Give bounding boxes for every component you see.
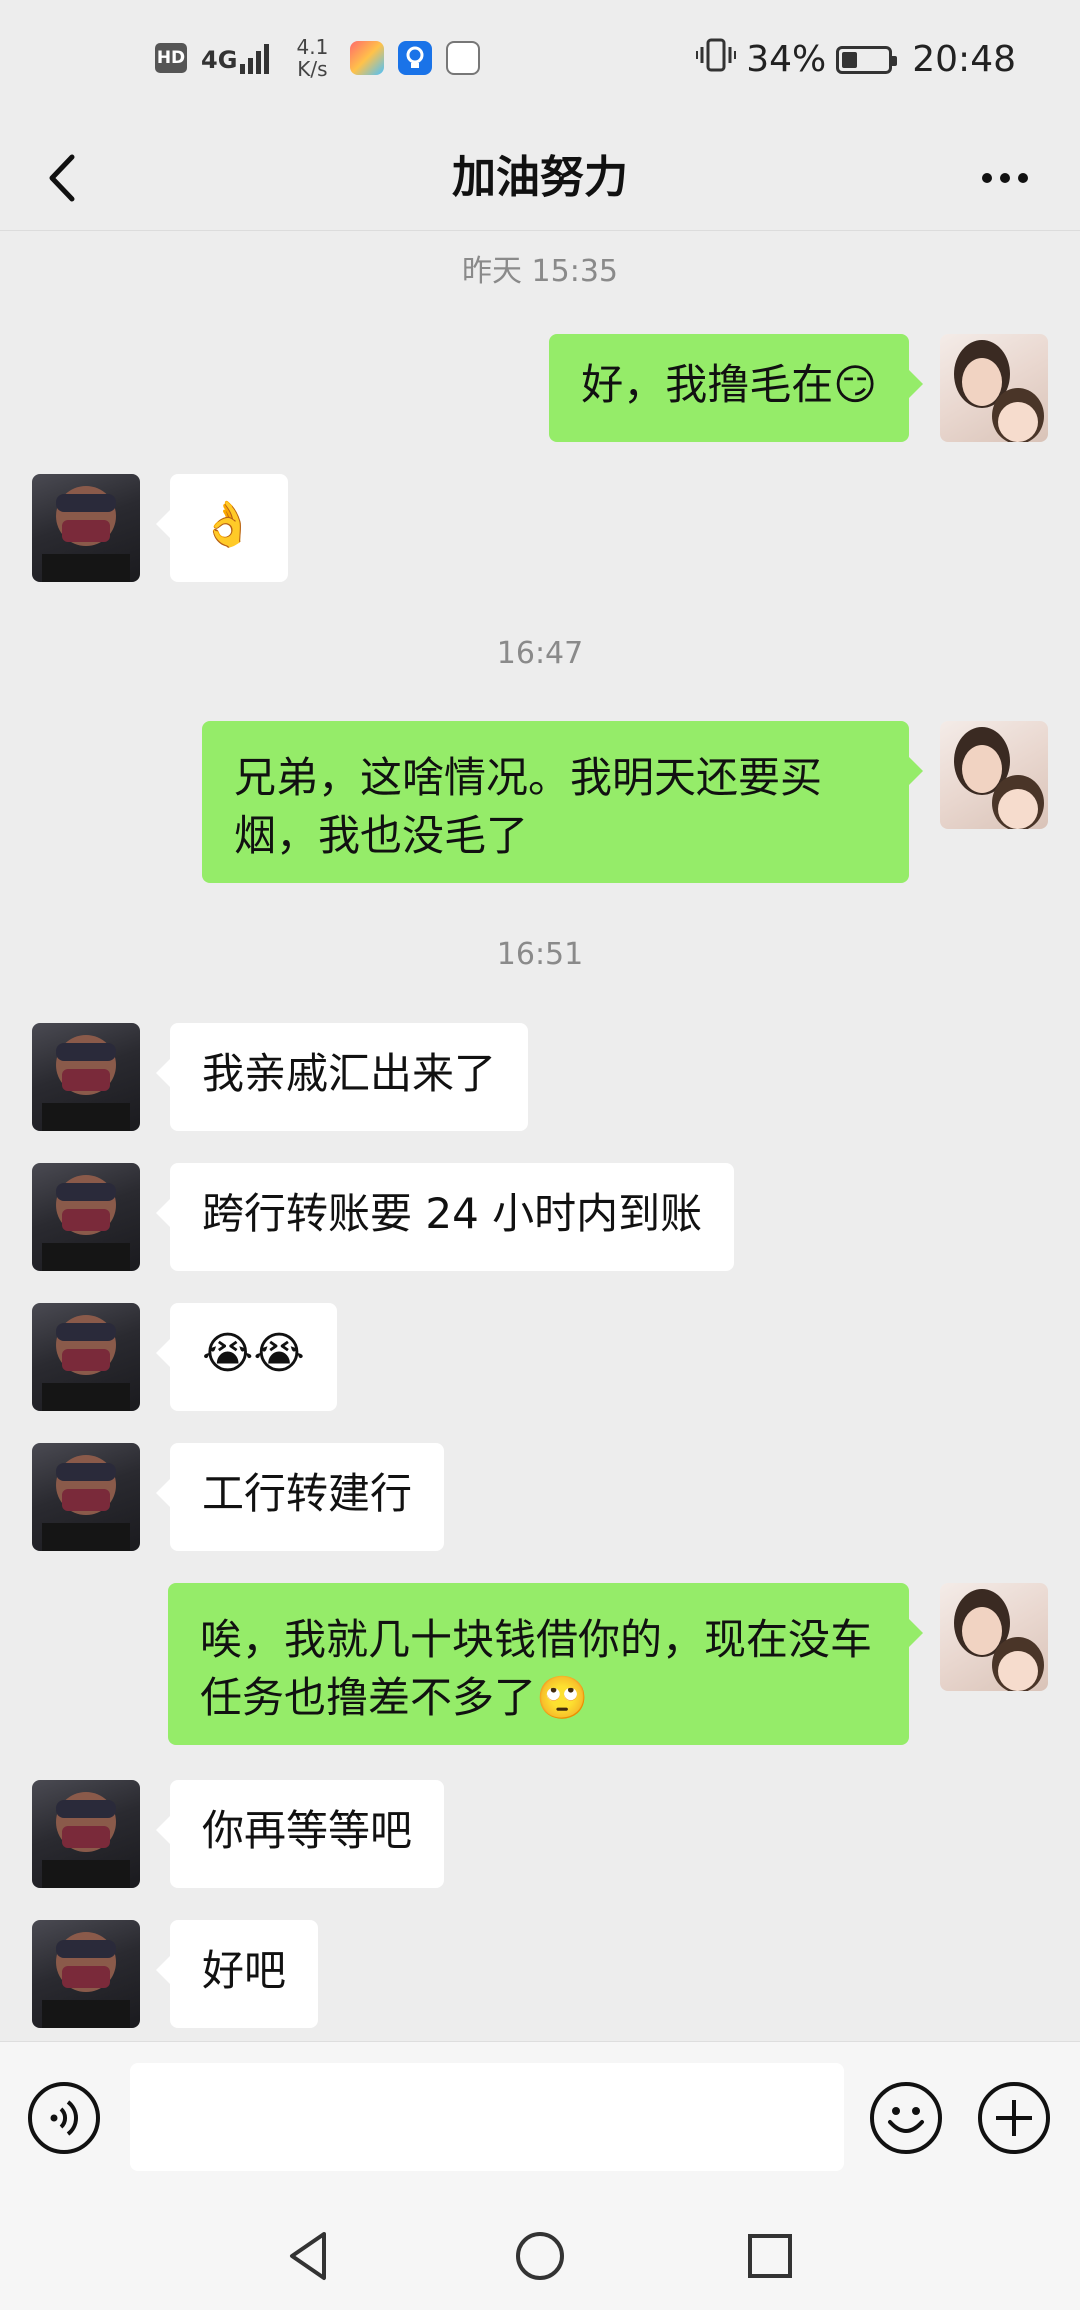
network-speed: 4.1 K/s bbox=[296, 35, 329, 81]
self-avatar[interactable] bbox=[940, 721, 1048, 829]
nav-recents-button[interactable] bbox=[740, 2226, 800, 2286]
friend-avatar[interactable] bbox=[32, 1920, 140, 2028]
clock: 20:48 bbox=[912, 39, 1016, 80]
battery-percent: 34% bbox=[746, 39, 827, 80]
self-avatar[interactable] bbox=[940, 1583, 1048, 1691]
outgoing-message[interactable]: 唉，我就几十块钱借你的，现在没车任务也撸差不多了🙄 bbox=[168, 1583, 923, 1745]
nav-home-button[interactable] bbox=[510, 2226, 570, 2286]
friend-avatar[interactable] bbox=[32, 1303, 140, 1411]
more-horizontal-icon bbox=[982, 173, 1028, 183]
incoming-message[interactable]: 好吧 bbox=[155, 1920, 319, 2028]
friend-avatar[interactable] bbox=[32, 474, 140, 582]
outgoing-message[interactable]: 好，我撸毛在😏 bbox=[549, 334, 923, 442]
incoming-message[interactable]: 你再等等吧 bbox=[155, 1780, 445, 1888]
nav-home-icon bbox=[516, 2232, 564, 2280]
nav-recents-icon bbox=[748, 2234, 792, 2278]
nav-back-icon bbox=[290, 2232, 326, 2280]
status-right: 34% 20:48 bbox=[696, 38, 1016, 81]
bulb-notification-icon bbox=[398, 41, 433, 75]
timestamp: 昨天 15:35 bbox=[462, 254, 618, 289]
incoming-message[interactable]: 跨行转账要 24 小时内到账 bbox=[155, 1163, 735, 1271]
signal-icon: 4G bbox=[201, 42, 274, 74]
status-bar: HD 4G 4.1 K/s 34% 20:48 bbox=[0, 0, 1080, 125]
incoming-message[interactable]: 我亲戚汇出来了 bbox=[155, 1023, 529, 1131]
incoming-message[interactable]: 👌 bbox=[156, 474, 288, 582]
message-input[interactable] bbox=[130, 2063, 844, 2171]
vibrate-icon bbox=[696, 38, 737, 81]
incoming-message[interactable]: 😭😭 bbox=[156, 1303, 337, 1411]
voice-icon bbox=[50, 2100, 78, 2136]
more-button[interactable] bbox=[970, 143, 1040, 213]
chat-header: 加油努力 bbox=[0, 125, 1080, 230]
system-nav-bar bbox=[0, 2200, 1080, 2310]
incoming-message[interactable]: 工行转建行 bbox=[155, 1443, 445, 1551]
battery-level bbox=[842, 51, 858, 68]
self-avatar[interactable] bbox=[940, 334, 1048, 442]
calendar-notification-icon bbox=[446, 41, 481, 75]
friend-avatar[interactable] bbox=[32, 1780, 140, 1888]
outgoing-message[interactable]: 兄弟，这啥情况。我明天还要买烟，我也没毛了 bbox=[202, 721, 923, 883]
timestamp: 16:47 bbox=[496, 636, 584, 671]
friend-avatar[interactable] bbox=[32, 1163, 140, 1271]
message-list[interactable]: 昨天 15:35 好，我撸毛在😏 👌 16:47 兄弟，这啥情况。我明天还要买烟… bbox=[0, 231, 1080, 2041]
friend-avatar[interactable] bbox=[32, 1023, 140, 1131]
timestamp: 16:51 bbox=[496, 937, 584, 972]
page-title: 加油努力 bbox=[452, 152, 628, 203]
battery-icon bbox=[836, 45, 898, 74]
emoji-button[interactable] bbox=[870, 2082, 942, 2154]
nav-back-button[interactable] bbox=[280, 2226, 340, 2286]
emoji-icon bbox=[888, 2107, 924, 2133]
hd-icon: HD bbox=[155, 43, 187, 73]
voice-button[interactable] bbox=[28, 2082, 100, 2154]
plus-button[interactable] bbox=[978, 2082, 1050, 2154]
app-notification-icon bbox=[350, 41, 385, 75]
plus-icon bbox=[996, 2100, 1032, 2136]
status-left: HD 4G 4.1 K/s bbox=[155, 35, 481, 81]
friend-avatar[interactable] bbox=[32, 1443, 140, 1551]
